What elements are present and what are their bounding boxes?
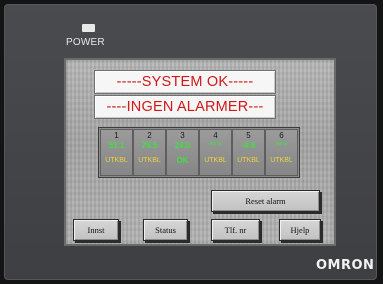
zone-value: 24.0 <box>174 141 191 150</box>
zone-2[interactable]: 2 76.5 UTKBL <box>133 129 166 176</box>
zone-1[interactable]: 1 51.1 UTKBL <box>100 129 133 176</box>
power-label: POWER <box>66 37 105 48</box>
zone-5[interactable]: 5 -0.6 UTKBL <box>232 129 265 176</box>
zone-number: 3 <box>180 131 185 140</box>
power-indicator-icon <box>82 24 95 32</box>
zone-status: UTKBL <box>105 157 128 164</box>
zone-number: 1 <box>114 131 119 140</box>
zone-4[interactable]: 4 ** * UTKBL <box>199 129 232 176</box>
zone-number: 2 <box>147 131 152 140</box>
reset-alarm-button[interactable]: Reset alarm <box>211 190 320 212</box>
zone-6[interactable]: 6 ** * UTKBL <box>265 129 298 176</box>
omron-logo: OMRON <box>316 258 375 273</box>
zone-number: 4 <box>213 131 218 140</box>
system-status-banner: -----SYSTEM OK----- <box>94 70 276 94</box>
zone-status: UTKBL <box>237 157 260 164</box>
zone-value: 76.5 <box>141 141 158 150</box>
help-button[interactable]: Hjelp <box>279 219 321 241</box>
zone-value: ** * <box>209 141 222 150</box>
zone-status: OK <box>176 156 189 165</box>
status-button[interactable]: Status <box>143 219 188 241</box>
zone-number: 6 <box>279 131 284 140</box>
zone-value: -0.6 <box>241 141 256 150</box>
zone-status: UTKBL <box>204 157 227 164</box>
zone-value: 51.1 <box>108 141 125 150</box>
settings-button[interactable]: Innst <box>73 219 119 241</box>
zone-status: UTKBL <box>270 157 293 164</box>
zone-3[interactable]: 3 24.0 OK <box>166 129 199 176</box>
alarm-status-banner: ----INGEN ALARMER--- <box>94 95 276 119</box>
zone-status: UTKBL <box>138 157 161 164</box>
phone-number-button[interactable]: Tlf. nr <box>211 219 260 241</box>
zone-value: ** * <box>275 141 288 150</box>
zone-number: 5 <box>246 131 251 140</box>
